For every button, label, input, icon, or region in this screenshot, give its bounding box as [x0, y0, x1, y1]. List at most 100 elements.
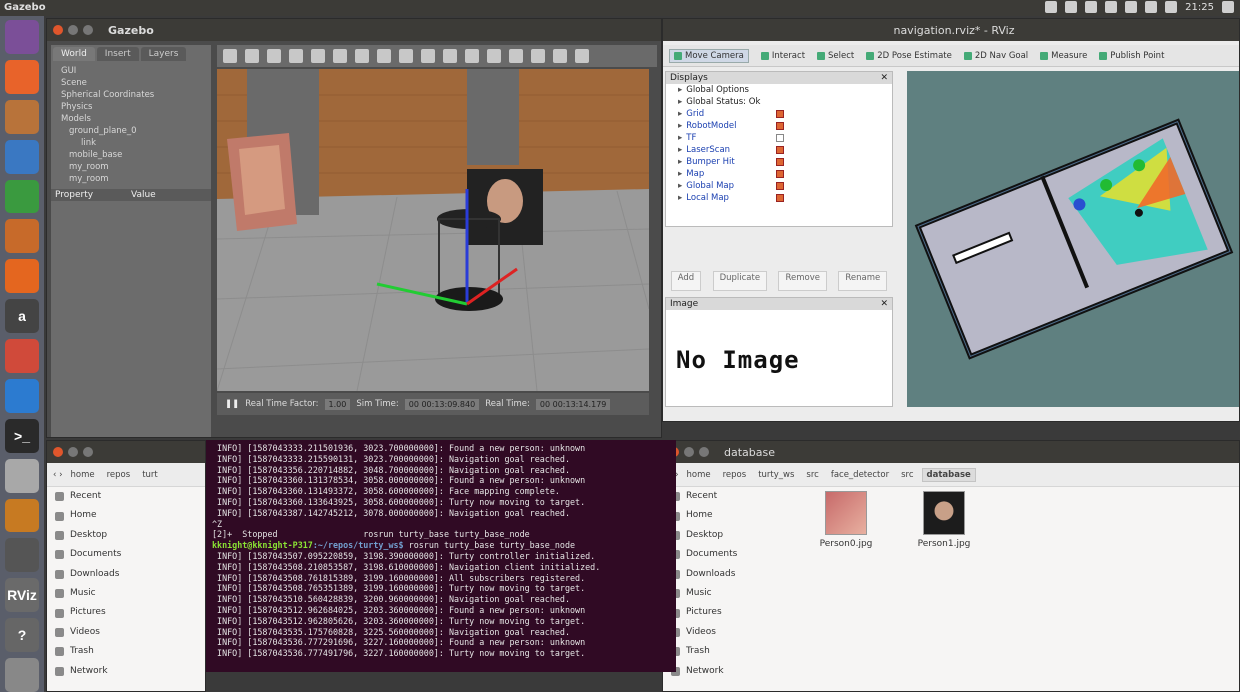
close-icon[interactable] [53, 447, 63, 457]
sidebar-item-pictures[interactable]: Pictures [55, 603, 167, 622]
file-person0[interactable]: Person0.jpg [811, 491, 881, 549]
firefox-icon[interactable] [5, 59, 39, 94]
undo-icon[interactable] [311, 49, 325, 63]
display-checkbox[interactable] [776, 134, 784, 142]
maximize-icon[interactable] [83, 25, 93, 35]
breadcrumb-item[interactable]: repos [103, 469, 135, 481]
display-checkbox[interactable] [776, 158, 784, 166]
gazebo-titlebar[interactable]: Gazebo [47, 19, 661, 41]
tool-interact[interactable]: Interact [760, 51, 805, 61]
expand-icon[interactable]: ▸ [678, 132, 682, 144]
battery-icon[interactable] [1145, 1, 1158, 13]
pause-icon[interactable]: ❚❚ [225, 399, 239, 409]
display-row[interactable]: ▸ Local Map [666, 192, 892, 204]
sidebar-item-downloads[interactable]: Downloads [55, 565, 167, 584]
expand-icon[interactable]: ▸ [678, 168, 682, 180]
breadcrumb-item[interactable]: turty_ws [754, 469, 798, 481]
close-panel-icon[interactable]: ✕ [880, 299, 888, 309]
sidebar-item-recent[interactable]: Recent [671, 487, 783, 506]
tab-insert[interactable]: Insert [96, 47, 139, 61]
expand-icon[interactable]: ▸ [678, 192, 682, 204]
tree-item[interactable]: Spherical Coordinates [61, 89, 211, 101]
tree-item[interactable]: Scene [61, 77, 211, 89]
sidebar-item-videos[interactable]: Videos [55, 623, 167, 642]
directional-light-icon[interactable] [465, 49, 479, 63]
display-checkbox[interactable] [776, 110, 784, 118]
display-checkbox[interactable] [776, 194, 784, 202]
display-row[interactable]: ▸ Global Map [666, 180, 892, 192]
rviz-titlebar[interactable]: navigation.rviz* - RViz [663, 19, 1239, 41]
sidebar-item-trash[interactable]: Trash [55, 642, 167, 661]
sidebar-item-network[interactable]: Network [671, 662, 783, 681]
display-row[interactable]: ▸ RobotModel [666, 120, 892, 132]
box-shape-icon[interactable] [355, 49, 369, 63]
copy-icon[interactable] [487, 49, 501, 63]
gazebo-3d-scene[interactable] [217, 69, 649, 391]
point-light-icon[interactable] [421, 49, 435, 63]
keyboard-icon[interactable] [1085, 1, 1098, 13]
spot-light-icon[interactable] [443, 49, 457, 63]
display-row[interactable]: ▸ Global Status: Ok [666, 96, 892, 108]
tree-item[interactable]: Models [61, 113, 211, 125]
tool-publish-point[interactable]: Publish Point [1099, 51, 1164, 61]
redo-icon[interactable] [333, 49, 347, 63]
files-icon[interactable] [5, 99, 39, 134]
amazon-icon[interactable]: a [5, 299, 39, 333]
snap-icon[interactable] [553, 49, 567, 63]
translate-mode-icon[interactable] [245, 49, 259, 63]
tool-select[interactable]: Select [817, 51, 854, 61]
tree-item[interactable]: ground_plane_0 [61, 125, 211, 137]
breadcrumb-item[interactable]: src [897, 469, 917, 481]
back-forward-icon[interactable]: ‹ › [53, 470, 63, 480]
display-row[interactable]: ▸ LaserScan [666, 144, 892, 156]
tree-item[interactable]: my_room [61, 173, 211, 185]
tree-item[interactable]: my_room [61, 161, 211, 173]
help-icon[interactable]: ? [5, 618, 39, 652]
sidebar-item-downloads[interactable]: Downloads [671, 565, 783, 584]
settings-icon[interactable] [5, 339, 39, 373]
ubuntu-dash-icon[interactable] [5, 20, 39, 54]
breadcrumb-item[interactable]: turt [138, 469, 162, 481]
breadcrumb-item[interactable]: face_detector [827, 469, 893, 481]
maximize-icon[interactable] [83, 447, 93, 457]
display-row[interactable]: ▸ Bumper Hit [666, 156, 892, 168]
sidebar-item-trash[interactable]: Trash [671, 642, 783, 661]
files-titlebar[interactable]: database [663, 441, 1239, 463]
sidebar-item-home[interactable]: Home [55, 506, 167, 525]
breadcrumb-item[interactable]: database [921, 467, 976, 482]
expand-icon[interactable]: ▸ [678, 84, 682, 96]
tree-item[interactable]: Physics [61, 101, 211, 113]
sidebar-item-music[interactable]: Music [55, 584, 167, 603]
duplicate-button[interactable]: Duplicate [712, 271, 768, 291]
text-editor-icon[interactable] [5, 458, 39, 493]
calc-icon[interactable] [5, 179, 39, 214]
bluetooth-icon[interactable] [1105, 1, 1118, 13]
expand-icon[interactable]: ▸ [678, 96, 682, 108]
expand-icon[interactable]: ▸ [678, 156, 682, 168]
breadcrumb-item[interactable]: src [802, 469, 822, 481]
expand-icon[interactable]: ▸ [678, 144, 682, 156]
minimize-icon[interactable] [68, 25, 78, 35]
select-mode-icon[interactable] [223, 49, 237, 63]
display-row[interactable]: ▸ TF [666, 132, 892, 144]
sidebar-item-desktop[interactable]: Desktop [671, 526, 783, 545]
expand-icon[interactable]: ▸ [678, 120, 682, 132]
tool-move-camera[interactable]: Move Camera [669, 48, 749, 63]
tab-world[interactable]: World [53, 47, 95, 61]
software-center-icon[interactable] [5, 259, 39, 294]
minimize-icon[interactable] [68, 447, 78, 457]
tree-item[interactable]: mobile_base [61, 149, 211, 161]
sidebar-item-documents[interactable]: Documents [671, 545, 783, 564]
sidebar-item-pictures[interactable]: Pictures [671, 603, 783, 622]
sidebar-item-desktop[interactable]: Desktop [55, 526, 167, 545]
breadcrumb-item[interactable]: repos [719, 469, 751, 481]
sidebar-item-music[interactable]: Music [671, 584, 783, 603]
expand-icon[interactable]: ▸ [678, 180, 682, 192]
tree-item[interactable]: link [61, 137, 211, 149]
minimize-icon[interactable] [684, 447, 694, 457]
camera-icon[interactable] [1065, 1, 1078, 13]
clock[interactable]: 21:25 [1185, 2, 1214, 13]
dropbox-icon[interactable] [1045, 1, 1058, 13]
scale-mode-icon[interactable] [289, 49, 303, 63]
power-icon[interactable] [1222, 1, 1234, 13]
